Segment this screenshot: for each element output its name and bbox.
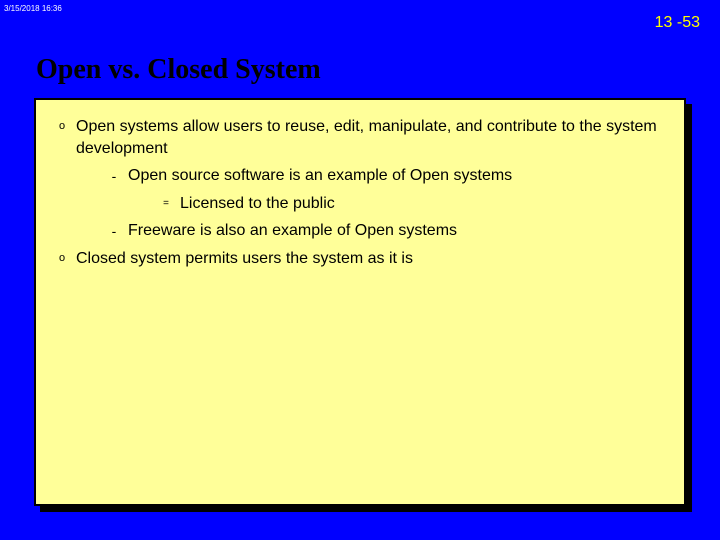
bullet-o-icon: o	[48, 120, 76, 135]
bullet-text: Freeware is also an example of Open syst…	[128, 220, 664, 242]
bullet-text: Closed system permits users the system a…	[76, 248, 664, 270]
bullet-o-icon: o	[48, 252, 76, 267]
page-number: 13 -53	[655, 14, 700, 32]
bullet-dash-icon: -	[100, 167, 128, 186]
bullet-sub-item: - Open source software is an example of …	[48, 165, 664, 187]
bullet-item: o Closed system permits users the system…	[48, 248, 664, 270]
bullet-text: Open systems allow users to reuse, edit,…	[76, 116, 664, 159]
bullet-text: Licensed to the public	[180, 193, 664, 215]
timestamp-label: 3/15/2018 16:36	[4, 4, 62, 13]
bullet-item: o Open systems allow users to reuse, edi…	[48, 116, 664, 159]
bullet-sub-item: - Freeware is also an example of Open sy…	[48, 220, 664, 242]
bullet-text: Open source software is an example of Op…	[128, 165, 664, 187]
slide-title: Open vs. Closed System	[36, 54, 321, 86]
bullet-eq-icon: =	[152, 198, 180, 212]
content-box: o Open systems allow users to reuse, edi…	[34, 98, 686, 506]
bullet-dash-icon: -	[100, 222, 128, 241]
bullet-subsub-item: = Licensed to the public	[48, 193, 664, 215]
